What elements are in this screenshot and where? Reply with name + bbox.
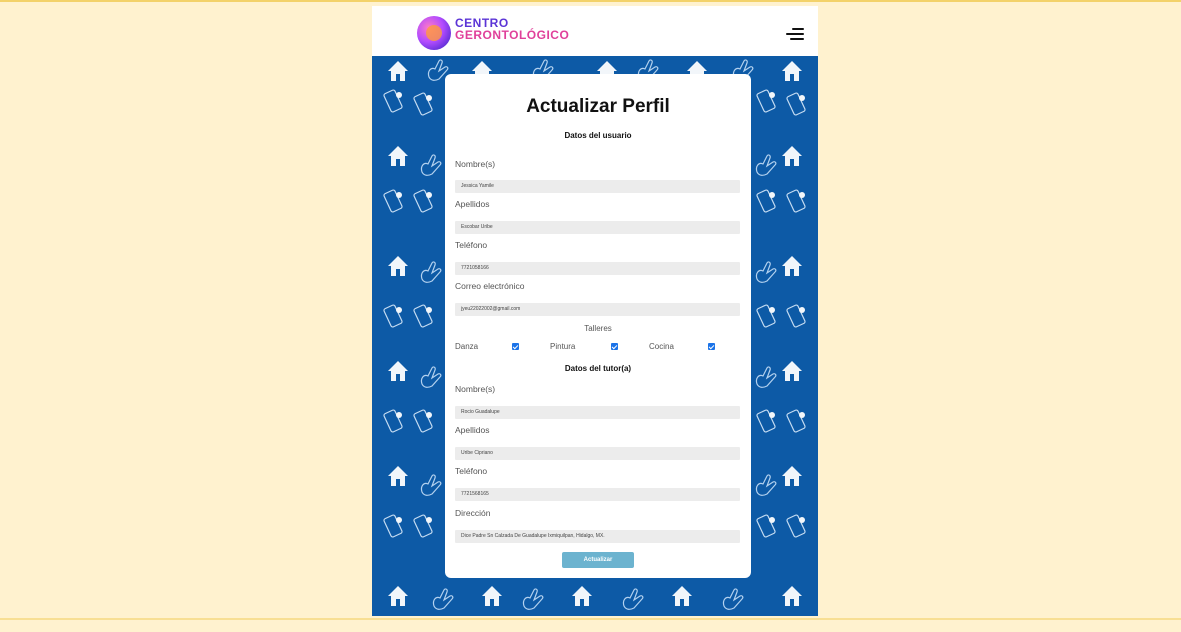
tutor-address-input[interactable]: Dice Padre Sn Calzada De Guadalupe Ixmiq… bbox=[455, 530, 740, 543]
tutor-section-title: Datos del tutor(a) bbox=[564, 364, 632, 373]
taller-danza-checkbox[interactable] bbox=[512, 343, 519, 350]
tutor-name-label: Nombre(s) bbox=[455, 384, 496, 394]
hamburger-menu-icon[interactable] bbox=[786, 28, 804, 42]
user-name-input[interactable]: Jessica Yamile bbox=[455, 180, 740, 193]
user-email-input[interactable]: jyeu22022002@gmail.com bbox=[455, 303, 740, 316]
update-button[interactable]: Actualizar bbox=[562, 552, 634, 568]
talleres-label: Talleres bbox=[584, 324, 612, 333]
taller-cocina-label: Cocina bbox=[649, 342, 674, 351]
user-lastname-label: Apellidos bbox=[455, 199, 490, 209]
user-section-title: Datos del usuario bbox=[564, 131, 632, 140]
logo-mark-icon bbox=[417, 16, 451, 50]
user-lastname-input[interactable]: Escobar Uribe bbox=[455, 221, 740, 234]
user-phone-input[interactable]: 7721058166 bbox=[455, 262, 740, 275]
taller-cocina-checkbox[interactable] bbox=[708, 343, 715, 350]
bottom-border-line bbox=[0, 618, 1181, 620]
taller-pintura-checkbox[interactable] bbox=[611, 343, 618, 350]
app-viewport: CENTRO GERONTOLÓGICO Actualizar Perfil D… bbox=[372, 6, 818, 616]
user-email-label: Correo electrónico bbox=[455, 281, 525, 291]
taller-pintura-label: Pintura bbox=[550, 342, 576, 351]
taller-danza-label: Danza bbox=[455, 342, 479, 351]
tutor-lastname-label: Apellidos bbox=[455, 425, 490, 435]
app-header: CENTRO GERONTOLÓGICO bbox=[372, 6, 818, 56]
user-phone-label: Teléfono bbox=[455, 240, 488, 250]
logo-text-line2: GERONTOLÓGICO bbox=[455, 28, 570, 42]
user-name-label: Nombre(s) bbox=[455, 159, 496, 169]
tutor-address-label: Dirección bbox=[455, 508, 491, 518]
app-logo[interactable]: CENTRO GERONTOLÓGICO bbox=[417, 14, 577, 52]
tutor-phone-input[interactable]: 7721568165 bbox=[455, 488, 740, 501]
tutor-lastname-input[interactable]: Uribe Cipriano bbox=[455, 447, 740, 460]
background-pattern: Actualizar Perfil Datos del usuario Nomb… bbox=[372, 56, 818, 616]
page-title: Actualizar Perfil bbox=[526, 96, 670, 117]
profile-form-card: Actualizar Perfil Datos del usuario Nomb… bbox=[445, 74, 751, 578]
top-border-line bbox=[0, 0, 1181, 2]
tutor-phone-label: Teléfono bbox=[455, 466, 488, 476]
tutor-name-input[interactable]: Rocio Guadalupe bbox=[455, 406, 740, 419]
logo-text: CENTRO GERONTOLÓGICO bbox=[455, 17, 569, 41]
